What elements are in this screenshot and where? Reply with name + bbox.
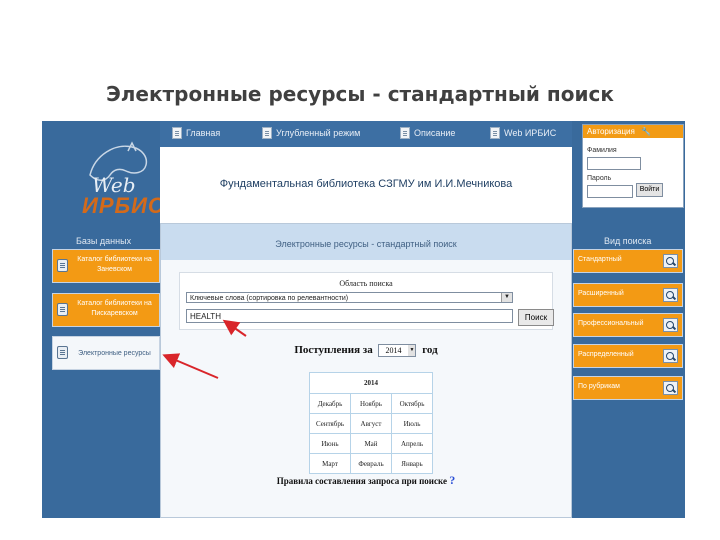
surname-label: Фамилия: [587, 147, 617, 154]
key-icon: 🔧: [641, 127, 652, 136]
arrivals-prefix: Поступления за: [294, 344, 373, 357]
login-button[interactable]: Войти: [636, 183, 663, 197]
database-icon: [57, 259, 68, 272]
month-cell[interactable]: Август: [350, 413, 392, 434]
chevron-down-icon[interactable]: ▼: [501, 293, 512, 302]
search-type-label: Стандартный: [578, 256, 622, 263]
password-label: Пароль: [587, 175, 612, 182]
nav-home[interactable]: Главная: [172, 126, 220, 140]
web-irbis-logo: Web ИРБИС: [60, 135, 164, 218]
banner-title: Фундаментальная библиотека СЗГМУ им И.И.…: [219, 178, 513, 190]
auth-title: Авторизация: [587, 127, 635, 136]
month-cell[interactable]: Декабрь: [309, 393, 351, 414]
year-value: 2014: [385, 346, 402, 355]
magnifier-icon: [663, 318, 678, 332]
magnifier-icon: [663, 381, 678, 395]
nav-home-label: Главная: [186, 128, 221, 138]
page-icon: [172, 127, 182, 139]
magnifier-icon: [663, 288, 678, 302]
chevron-down-icon: ▼: [408, 345, 416, 356]
search-type-rubrics[interactable]: По рубрикам: [573, 376, 683, 400]
search-panel: Электронные ресурсы - стандартный поиск …: [160, 223, 572, 518]
auth-panel: Авторизация 🔧 Фамилия Пароль Войти: [582, 124, 684, 208]
month-cell[interactable]: Октябрь: [391, 393, 433, 414]
page-icon: [490, 127, 500, 139]
help-icon: ?: [449, 473, 456, 487]
search-type-label: По рубрикам: [578, 383, 620, 390]
month-cell[interactable]: Ноябрь: [350, 393, 392, 414]
month-cell[interactable]: Март: [309, 453, 351, 474]
arrivals-suffix: год: [422, 344, 438, 357]
search-type-label: Расширенный: [578, 290, 624, 297]
search-form: Область поиска Ключевые слова (сортировк…: [179, 272, 554, 330]
search-button[interactable]: Поиск: [518, 309, 554, 326]
month-cell[interactable]: Июль: [391, 413, 433, 434]
page-icon: [262, 127, 272, 139]
databases-heading: Базы данных: [76, 236, 132, 246]
month-cell[interactable]: Февраль: [350, 453, 392, 474]
year-select[interactable]: 2014 ▼: [378, 344, 417, 357]
calendar-year: 2014: [309, 372, 433, 394]
search-panel-title: Электронные ресурсы - стандартный поиск: [161, 224, 571, 260]
search-area-label: Область поиска: [339, 279, 393, 288]
search-type-label: Профессиональный: [578, 320, 644, 327]
month-cell[interactable]: Сентябрь: [309, 413, 351, 434]
page-icon: [400, 127, 410, 139]
db-zanevsky-label: Каталог библиотеки на Заневском: [77, 256, 152, 273]
search-type-distributed[interactable]: Распределенный: [573, 344, 683, 368]
magnifier-icon: [663, 349, 678, 363]
slide-title: Электронные ресурсы - стандартный поиск: [106, 82, 614, 106]
db-piskarevsky-label: Каталог библиотеки на Пискаревском: [77, 300, 152, 317]
web-irbis-screenshot: Главная Углубленный режим Описание Web И…: [42, 121, 685, 518]
month-cell[interactable]: Май: [350, 433, 392, 454]
db-piskarevsky[interactable]: Каталог библиотеки на Пискаревском: [52, 293, 160, 327]
logo-irbis-text: ИРБИС: [82, 193, 165, 218]
nav-advanced[interactable]: Углубленный режим: [262, 126, 360, 140]
database-icon: [57, 303, 68, 316]
nav-web-irbis[interactable]: Web ИРБИС: [490, 126, 556, 140]
magnifier-icon: [663, 254, 678, 268]
surname-input[interactable]: [587, 157, 641, 170]
search-type-label: Распределенный: [578, 351, 634, 358]
db-electronic-resources-label: Электронные ресурсы: [78, 350, 151, 357]
search-type-extended[interactable]: Расширенный: [573, 283, 683, 307]
banner: Фундаментальная библиотека СЗГМУ им И.И.…: [160, 147, 572, 227]
auth-header: Авторизация 🔧: [583, 125, 683, 138]
query-rules-text: Правила составления запроса при поиске: [276, 476, 447, 486]
search-area-select[interactable]: Ключевые слова (сортировка по релевантно…: [186, 292, 513, 303]
search-type-professional[interactable]: Профессиональный: [573, 313, 683, 337]
db-zanevsky[interactable]: Каталог библиотеки на Заневском: [52, 249, 160, 283]
search-area-value: Ключевые слова (сортировка по релевантно…: [190, 295, 349, 302]
search-type-heading: Вид поиска: [604, 236, 652, 246]
months-calendar: 2014 Декабрь Ноябрь Октябрь Сентябрь Авг…: [309, 372, 433, 474]
query-input[interactable]: HEALTH: [186, 309, 513, 323]
month-cell[interactable]: Июнь: [309, 433, 351, 454]
search-type-standard[interactable]: Стандартный: [573, 249, 683, 273]
nav-advanced-label: Углубленный режим: [276, 128, 361, 138]
database-icon: [57, 346, 68, 359]
password-input[interactable]: [587, 185, 633, 198]
nav-web-irbis-label: Web ИРБИС: [504, 128, 557, 138]
query-value: HEALTH: [190, 312, 221, 321]
top-navigation: Главная Углубленный режим Описание Web И…: [160, 121, 572, 147]
month-cell[interactable]: Январь: [391, 453, 433, 474]
nav-description-label: Описание: [414, 128, 456, 138]
nav-description[interactable]: Описание: [400, 126, 455, 140]
query-rules-link[interactable]: Правила составления запроса при поиске ?: [161, 473, 571, 488]
arrivals-line: Поступления за 2014 ▼ год: [161, 344, 571, 357]
month-cell[interactable]: Апрель: [391, 433, 433, 454]
db-electronic-resources[interactable]: Электронные ресурсы: [52, 336, 160, 370]
